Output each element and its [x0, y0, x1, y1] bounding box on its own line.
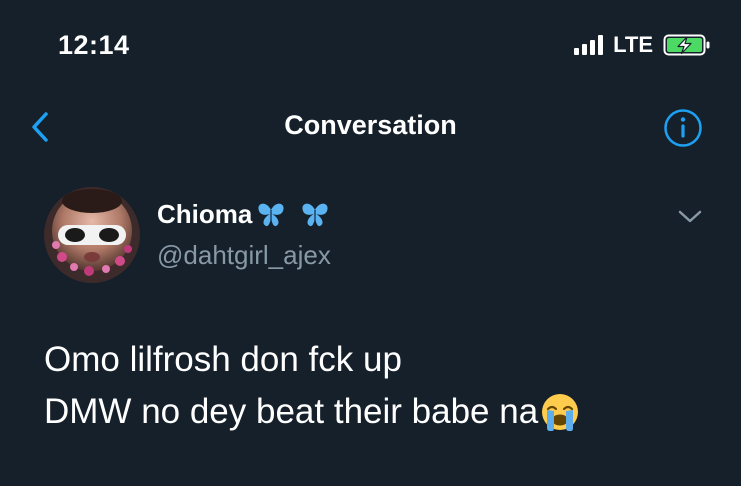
chevron-down-icon[interactable] — [676, 207, 704, 227]
status-indicators: LTE — [574, 32, 711, 58]
avatar[interactable] — [44, 187, 140, 283]
battery-charging-icon — [663, 34, 710, 56]
butterfly-icon — [258, 203, 284, 226]
status-bar: 12:14 LTE — [0, 0, 741, 90]
author-display-name: Chioma — [157, 199, 253, 229]
tweet-line-text: DMW no dey beat their babe na — [44, 392, 539, 431]
author-name-row[interactable]: Chioma — [157, 199, 330, 230]
butterfly-icon — [302, 203, 328, 226]
status-time: 12:14 — [58, 30, 130, 60]
navigation-bar: Conversation — [0, 92, 741, 162]
tweet-line: Omo lilfrosh don fck up — [44, 334, 724, 386]
network-type: LTE — [613, 32, 653, 57]
signal-strength-icon — [574, 35, 604, 55]
tweet-text: Omo lilfrosh don fck up DMW no dey beat … — [44, 334, 724, 438]
tweet-line: DMW no dey beat their babe na — [44, 386, 724, 438]
page-title: Conversation — [284, 110, 457, 140]
author-handle[interactable]: @dahtgirl_ajex — [157, 240, 331, 271]
loudly-crying-face-icon — [542, 394, 579, 431]
tweet-line-text: Omo lilfrosh don fck up — [44, 340, 402, 379]
info-circle-icon[interactable] — [663, 108, 703, 148]
